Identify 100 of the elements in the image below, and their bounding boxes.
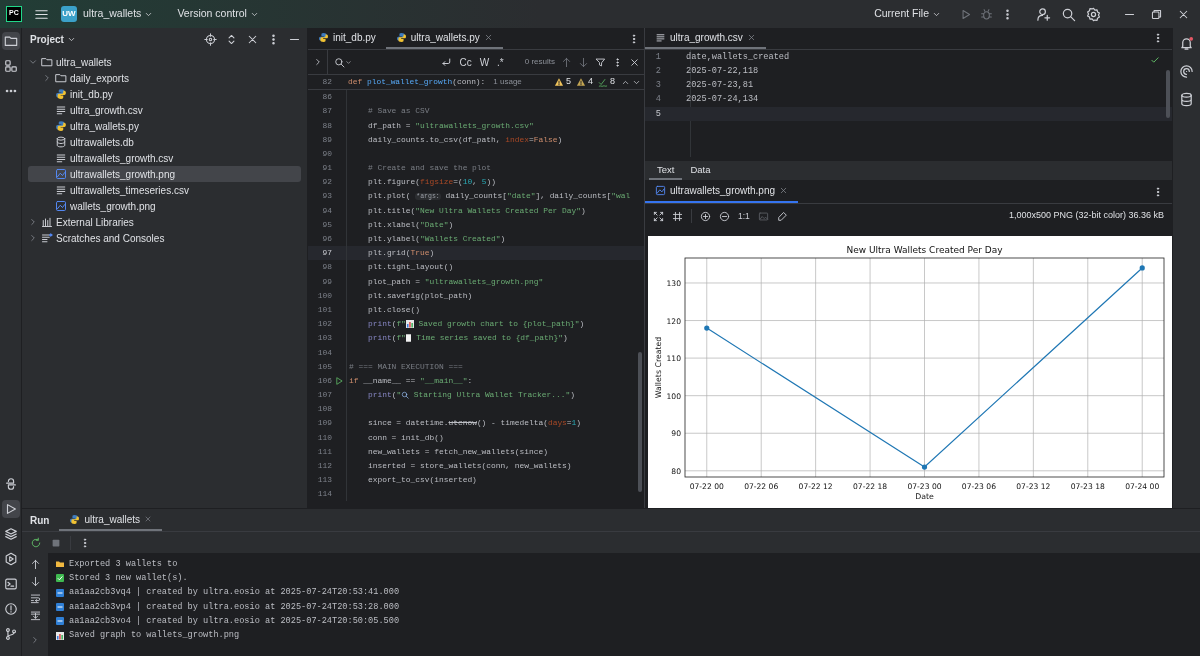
tree-item[interactable]: ultra_wallets xyxy=(28,54,301,70)
python-file-icon xyxy=(55,88,67,100)
rerun-icon[interactable] xyxy=(30,536,42,549)
tree-item[interactable]: ultrawallets_timeseries.csv xyxy=(28,182,301,198)
vcs-dropdown[interactable]: Version control xyxy=(173,4,263,24)
results-count: 0 results xyxy=(524,56,555,68)
chevron-right-icon[interactable] xyxy=(42,73,52,83)
inspection-count[interactable]: 5 xyxy=(553,75,571,89)
editor-tab[interactable]: ultra_growth.csv xyxy=(645,28,766,49)
database-icon xyxy=(55,136,67,148)
tree-item[interactable]: init_db.py xyxy=(28,86,301,102)
match-case-toggle[interactable]: Cc xyxy=(458,54,473,70)
zoom-out-icon[interactable] xyxy=(719,210,730,222)
chevron-down-icon xyxy=(345,58,353,66)
file-name: daily_exports xyxy=(70,71,129,86)
chevron-right-icon[interactable] xyxy=(28,217,38,227)
image-info: 1,000x500 PNG (32-bit color) 36.36 kB xyxy=(1008,209,1164,223)
whole-words-toggle[interactable]: W xyxy=(478,54,491,70)
git-tool-icon xyxy=(3,627,18,641)
tree-item[interactable]: ultrawallets_growth.png xyxy=(28,166,301,182)
close-icon[interactable] xyxy=(629,56,640,68)
editor-tab[interactable]: ultrawallets_growth.png xyxy=(645,180,799,204)
console-line: aa1aa2cb3vo4 | created by ultra.eosio at 2025-07-24T20:50:05.500 xyxy=(69,614,400,628)
warning-icon xyxy=(553,77,564,87)
tree-item[interactable]: wallets_growth.png xyxy=(28,198,301,214)
run-icon[interactable] xyxy=(959,7,972,21)
scroll-down-icon[interactable] xyxy=(29,576,41,587)
file-name: wallets_growth.png xyxy=(70,199,156,214)
filter-icon[interactable] xyxy=(595,56,606,68)
tree-item[interactable]: ultrawallets_growth.csv xyxy=(28,150,301,166)
editor-tab[interactable]: init_db.py xyxy=(308,28,386,49)
tree-item[interactable]: External Libraries xyxy=(28,214,301,230)
console-line: Stored 3 new wallet(s). xyxy=(69,572,188,585)
weak-icon xyxy=(575,77,586,87)
inspection-count[interactable]: 8 xyxy=(598,75,615,89)
locate-icon[interactable] xyxy=(204,32,217,46)
python-file-icon xyxy=(318,32,329,43)
ai-assistant-button[interactable] xyxy=(1177,62,1196,80)
file-name: ultra_wallets.py xyxy=(70,119,139,134)
newline-icon[interactable] xyxy=(440,56,453,68)
file-name: ultra_wallets xyxy=(56,55,112,70)
tree-item[interactable]: Scratches and Consoles xyxy=(28,230,301,246)
grid-icon[interactable] xyxy=(672,210,683,222)
project-view-dropdown[interactable]: Project xyxy=(30,31,76,47)
chevron-right-icon[interactable] xyxy=(28,233,38,243)
console-line: aa1aa2cb3vq4 | created by ultra.eosio at 2025-07-24T20:53:41.000 xyxy=(69,586,400,600)
color-picker-icon[interactable] xyxy=(776,210,788,222)
python-file-icon xyxy=(395,32,407,43)
page-icon xyxy=(405,334,412,343)
scroll-to-end-icon[interactable] xyxy=(29,610,41,621)
fit-icon[interactable] xyxy=(653,210,664,222)
csv-line: date,wallets_created xyxy=(686,50,790,64)
inspection-count[interactable]: 4 xyxy=(575,75,593,89)
terminal-tool-icon xyxy=(3,577,18,591)
data-point xyxy=(1139,265,1145,271)
settings-icon[interactable] xyxy=(1086,6,1101,22)
csv-line: 2025-07-22,118 xyxy=(686,64,759,78)
python-console-tool-icon xyxy=(3,477,18,491)
run-config-dropdown[interactable]: Current File xyxy=(870,4,945,24)
project-tool-icon xyxy=(3,34,18,48)
run-tool-button[interactable] xyxy=(1,500,20,518)
magnifier-icon xyxy=(401,391,410,399)
file-name: ultrawallets_timeseries.csv xyxy=(70,183,189,198)
layers-tool-icon xyxy=(3,527,18,541)
ai-assistant-icon xyxy=(1179,63,1194,79)
workspace-dropdown[interactable]: ultra_wallets xyxy=(79,4,158,24)
data-point xyxy=(921,464,928,470)
folder-icon xyxy=(55,72,67,84)
restore-icon[interactable] xyxy=(1150,7,1163,21)
run-tab[interactable]: ultra_wallets xyxy=(59,509,163,531)
actual-size-button[interactable]: 1:1 xyxy=(738,209,750,223)
text-file-icon xyxy=(55,104,67,116)
tree-item[interactable]: ultrawallets.db xyxy=(28,134,301,150)
search-icon[interactable] xyxy=(1061,6,1076,22)
view-tab[interactable]: Data xyxy=(682,161,719,181)
debug-icon[interactable] xyxy=(980,7,993,21)
scroll-up-icon[interactable] xyxy=(29,559,41,570)
run-icon[interactable] xyxy=(334,375,344,386)
library-icon xyxy=(41,216,53,228)
tree-item[interactable]: ultra_growth.csv xyxy=(28,102,301,118)
previous-icon[interactable] xyxy=(561,56,572,68)
editor-tab[interactable]: ultra_wallets.py xyxy=(385,28,503,49)
add-user-icon[interactable] xyxy=(1036,6,1051,22)
tree-item[interactable]: ultra_wallets.py xyxy=(28,118,301,134)
csv-line: 2025-07-24,134 xyxy=(686,93,759,107)
regex-toggle[interactable]: .* xyxy=(496,54,505,70)
file-name: ultrawallets_growth.csv xyxy=(70,151,174,166)
usage-hint[interactable]: 1 usage xyxy=(493,76,522,88)
image-file-icon xyxy=(655,185,666,197)
chart-title: New Ultra Wallets Created Per Day xyxy=(846,245,1003,255)
zoom-in-icon[interactable] xyxy=(700,210,711,222)
data-point xyxy=(704,325,710,331)
tree-item[interactable]: daily_exports xyxy=(28,70,301,86)
soft-wrap-icon[interactable] xyxy=(29,593,41,604)
database-icon xyxy=(1179,91,1194,107)
project-tool-button[interactable] xyxy=(1,32,20,50)
scratches-icon xyxy=(41,232,53,244)
next-icon[interactable] xyxy=(578,56,589,68)
chevron-down-icon[interactable] xyxy=(28,57,38,67)
typo-icon xyxy=(598,77,608,87)
